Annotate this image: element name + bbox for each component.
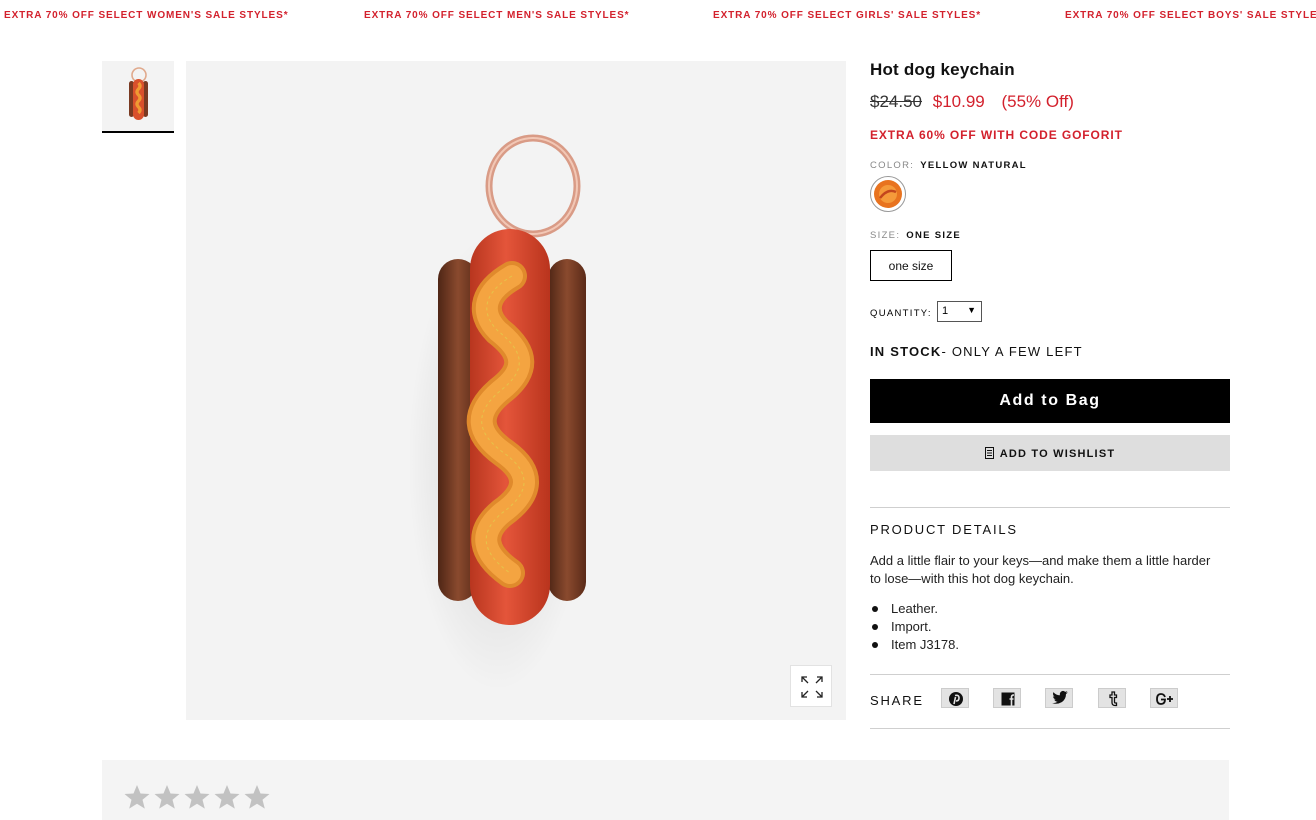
discount-percent: (55% Off): [1001, 92, 1074, 111]
product-thumbnail[interactable]: [102, 61, 174, 133]
pinterest-icon: [949, 692, 963, 706]
google-plus-icon: [1156, 693, 1173, 705]
share-tumblr-button[interactable]: [1098, 688, 1126, 708]
star-icon: [154, 785, 180, 809]
color-value: YELLOW NATURAL: [920, 160, 1027, 171]
stock-note: - ONLY A FEW LEFT: [941, 344, 1083, 359]
size-label-row: SIZE: ONE SIZE: [870, 230, 961, 241]
expand-icon: [801, 676, 823, 698]
main-product-image: [186, 61, 846, 720]
product-details-list: Leather. Import. Item J3178.: [870, 600, 959, 654]
list-item: Leather.: [870, 600, 959, 618]
color-swatch-yellow-natural[interactable]: [870, 176, 906, 212]
color-label: COLOR:: [870, 160, 915, 171]
original-price: $24.50: [870, 92, 922, 111]
share-pinterest-button[interactable]: [941, 688, 969, 708]
color-label-row: COLOR: YELLOW NATURAL: [870, 160, 1027, 171]
promo-bar: EXTRA 70% OFF SELECT WOMEN'S SALE STYLES…: [0, 0, 1316, 30]
promo-link-girls[interactable]: EXTRA 70% OFF SELECT GIRLS' SALE STYLES*: [713, 10, 981, 21]
divider: [870, 507, 1230, 508]
promo-link-boys[interactable]: EXTRA 70% OFF SELECT BOYS' SALE STYLES*: [1065, 10, 1316, 21]
share-label: SHARE: [870, 693, 924, 708]
wishlist-icon: [984, 446, 994, 459]
divider: [870, 728, 1230, 729]
quantity-value: 1: [942, 305, 949, 317]
add-to-wishlist-button[interactable]: ADD TO WISHLIST: [870, 435, 1230, 471]
twitter-icon: [1052, 690, 1068, 704]
hot-dog-keychain-photo: [408, 134, 588, 691]
promo-link-womens[interactable]: EXTRA 70% OFF SELECT WOMEN'S SALE STYLES…: [4, 10, 289, 21]
zoom-button[interactable]: [790, 665, 832, 707]
star-rating[interactable]: [124, 784, 274, 810]
product-title: Hot dog keychain: [870, 60, 1015, 79]
product-description: Add a little flair to your keys—and make…: [870, 553, 1211, 586]
share-facebook-button[interactable]: [993, 688, 1021, 708]
tumblr-icon: [1109, 691, 1118, 707]
divider: [870, 674, 1230, 675]
stock-status: IN STOCK- ONLY A FEW LEFT: [870, 344, 1083, 359]
hot-dog-keychain-thumbnail-image: [102, 61, 174, 131]
size-value: ONE SIZE: [906, 230, 962, 241]
facebook-icon: [1001, 692, 1015, 706]
promo-link-mens[interactable]: EXTRA 70% OFF SELECT MEN'S SALE STYLES*: [364, 10, 629, 21]
quantity-label: QUANTITY:: [870, 308, 932, 319]
quantity-select[interactable]: 1 ▼: [937, 301, 982, 322]
color-swatch-image: [874, 180, 902, 208]
sale-price: $10.99: [932, 92, 985, 111]
star-icon: [184, 785, 210, 809]
size-option-one-size[interactable]: one size: [870, 250, 952, 281]
add-to-bag-button[interactable]: Add to Bag: [870, 379, 1230, 423]
dropdown-arrow-icon: ▼: [967, 305, 976, 315]
product-details-heading: PRODUCT DETAILS: [870, 522, 1018, 537]
star-icon: [244, 785, 270, 809]
share-twitter-button[interactable]: [1045, 688, 1073, 708]
star-icon: [214, 785, 240, 809]
size-label: SIZE:: [870, 230, 901, 241]
list-item: Import.: [870, 618, 959, 636]
promo-code-message: EXTRA 60% OFF WITH CODE GOFORIT: [870, 128, 1123, 142]
reviews-section: [102, 760, 1229, 820]
in-stock-label: IN STOCK: [870, 344, 942, 359]
wishlist-label: ADD TO WISHLIST: [999, 447, 1116, 460]
list-item: Item J3178.: [870, 636, 959, 654]
share-google-plus-button[interactable]: [1150, 688, 1178, 708]
price-row: $24.50 $10.99 (55% Off): [870, 92, 1074, 112]
star-icon: [124, 785, 150, 809]
